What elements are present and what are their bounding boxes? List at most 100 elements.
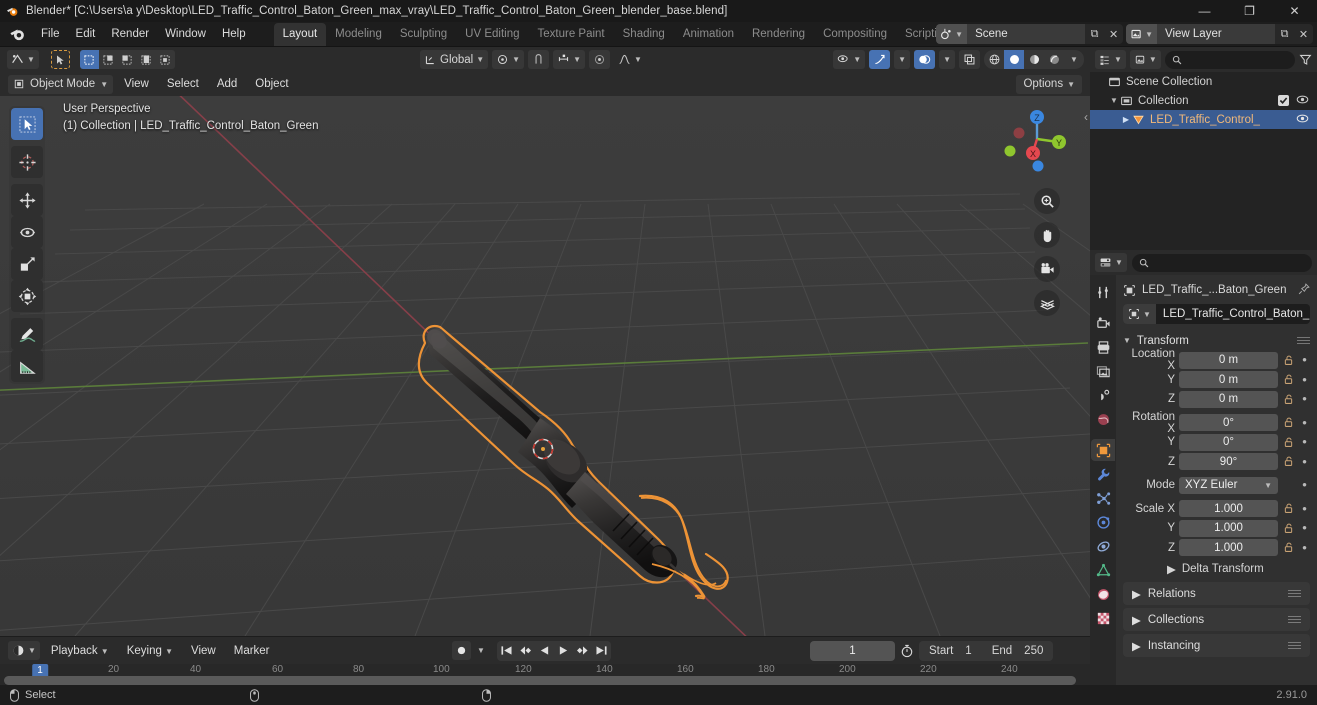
animate-property-dot[interactable]: • <box>1299 521 1310 534</box>
properties-search-input[interactable] <box>1131 253 1312 272</box>
viewport-menu-select[interactable]: Select <box>160 76 206 92</box>
object-visibility-eye-icon[interactable] <box>1296 113 1309 127</box>
tab-render-icon[interactable] <box>1091 312 1115 334</box>
tab-output-printer-icon[interactable] <box>1091 336 1115 358</box>
animate-property-dot[interactable]: • <box>1299 478 1310 491</box>
lock-icon[interactable] <box>1282 417 1295 428</box>
snap-settings-dropdown[interactable]: ▼ <box>553 50 586 69</box>
3d-viewport[interactable]: User Perspective (1) Collection | LED_Tr… <box>0 96 1090 636</box>
lock-icon[interactable] <box>1282 394 1295 405</box>
snap-toggle[interactable] <box>528 50 550 69</box>
scale-y-field[interactable]: 1.000 <box>1179 519 1278 537</box>
viewport-canvas[interactable] <box>0 96 1090 636</box>
tab-layout[interactable]: Layout <box>273 22 327 46</box>
tab-material-icon[interactable] <box>1091 583 1115 605</box>
outliner-row-collection[interactable]: ▼ Collection <box>1090 91 1317 110</box>
rotation-z-field[interactable]: 90° <box>1179 453 1278 471</box>
proportional-falloff-dropdown[interactable]: ▼ <box>614 50 646 69</box>
jump-to-end-button[interactable] <box>592 641 611 661</box>
rotation-y-field[interactable]: 0° <box>1179 433 1278 451</box>
animate-property-dot[interactable]: • <box>1299 455 1310 468</box>
play-reverse-button[interactable] <box>535 641 554 661</box>
shading-solid-button[interactable] <box>1004 50 1024 69</box>
shading-material-preview-button[interactable] <box>1024 50 1044 69</box>
tab-modeling[interactable]: Modeling <box>326 23 391 46</box>
object-id-field[interactable]: ▼ LED_Traffic_Control_Baton_... <box>1123 304 1310 324</box>
shading-wireframe-button[interactable] <box>984 50 1004 69</box>
gizmo-toggle[interactable] <box>869 50 891 69</box>
outliner-row-scene-collection[interactable]: Scene Collection <box>1090 72 1317 91</box>
scale-x-row[interactable]: Scale X 1.000 • <box>1123 500 1310 519</box>
tab-view-layer-icon[interactable] <box>1091 360 1115 382</box>
animate-property-dot[interactable]: • <box>1299 373 1310 386</box>
filter-icon[interactable] <box>1299 53 1312 66</box>
timeline-editor-type-button[interactable]: ▼ <box>8 641 40 660</box>
tab-sculpting[interactable]: Sculpting <box>391 23 456 46</box>
timeline-track[interactable]: 20 40 60 80 100 120 140 160 180 200 220 … <box>0 664 1090 685</box>
viewport-pan-hand-button[interactable] <box>1034 222 1060 248</box>
tab-world-icon[interactable] <box>1091 408 1115 430</box>
lock-icon[interactable] <box>1282 456 1295 467</box>
overlays-toggle[interactable] <box>914 50 936 69</box>
rotation-mode-dropdown[interactable]: XYZ Euler ▼ <box>1179 476 1278 494</box>
instancing-panel-header[interactable]: ▶ Instancing <box>1123 634 1310 657</box>
rotation-y-row[interactable]: Y 0° • <box>1123 433 1310 452</box>
viewlayer-unlink-button[interactable]: ✕ <box>1294 24 1313 44</box>
visibility-dropdown[interactable]: ▼ <box>833 50 866 69</box>
tab-uv-editing[interactable]: UV Editing <box>456 23 528 46</box>
lock-icon[interactable] <box>1282 523 1295 534</box>
select-subtract-button[interactable] <box>117 50 137 69</box>
animate-property-dot[interactable]: • <box>1299 392 1310 405</box>
scale-y-row[interactable]: Y 1.000 • <box>1123 519 1310 538</box>
close-button[interactable]: ✕ <box>1272 0 1317 22</box>
scale-x-field[interactable]: 1.000 <box>1179 500 1278 518</box>
timeline-menu-keying[interactable]: Keying ▼ <box>120 643 180 659</box>
tab-object-data-icon[interactable] <box>1091 559 1115 581</box>
viewlayer-browse-icon[interactable]: ▼ <box>1126 24 1157 44</box>
lock-icon[interactable] <box>1282 374 1295 385</box>
animate-property-dot[interactable]: • <box>1299 416 1310 429</box>
tool-move-button[interactable] <box>11 184 43 216</box>
rotation-x-row[interactable]: Rotation X 0° • <box>1123 411 1310 435</box>
pin-icon[interactable] <box>1298 282 1310 298</box>
scale-z-row[interactable]: Z 1.000 • <box>1123 539 1310 558</box>
lock-icon[interactable] <box>1282 542 1295 553</box>
timeline-menu-view[interactable]: View <box>184 643 223 659</box>
transform-orientation-dropdown[interactable]: Global ▼ <box>420 50 489 69</box>
current-frame-field[interactable]: 1 <box>810 640 895 661</box>
viewport-menu-object[interactable]: Object <box>248 76 295 92</box>
properties-editor-type-button[interactable]: ▼ <box>1095 253 1127 272</box>
tab-particles-icon[interactable] <box>1091 487 1115 509</box>
proportional-edit-toggle[interactable] <box>589 50 611 69</box>
menu-window[interactable]: Window <box>157 25 214 43</box>
rotation-x-field[interactable]: 0° <box>1179 414 1278 432</box>
select-extend-button[interactable] <box>98 50 118 69</box>
viewport-camera-button[interactable] <box>1034 256 1060 282</box>
maximize-button[interactable]: ❐ <box>1227 0 1272 22</box>
next-keyframe-button[interactable] <box>573 641 592 661</box>
object-mode-dropdown[interactable]: Object Mode ▼ <box>8 74 114 94</box>
outliner-display-mode-button[interactable]: ▼ <box>1129 50 1161 69</box>
tab-animation[interactable]: Animation <box>674 23 743 46</box>
delta-transform-panel-header[interactable]: ▶ Delta Transform <box>1123 558 1310 579</box>
animate-property-dot[interactable]: • <box>1299 353 1310 366</box>
frame-start-field[interactable]: Start 1 <box>919 640 982 661</box>
relations-panel-header[interactable]: ▶ Relations <box>1123 582 1310 605</box>
menu-render[interactable]: Render <box>103 25 157 43</box>
timeline-horizontal-scrollbar[interactable] <box>4 676 1076 685</box>
collection-visibility-eye-icon[interactable] <box>1296 94 1309 108</box>
tab-constraints-icon[interactable] <box>1091 535 1115 557</box>
select-invert-button[interactable] <box>136 50 156 69</box>
shading-settings-dropdown[interactable]: ▼ <box>1064 50 1084 69</box>
viewport-options-dropdown[interactable]: Options ▼ <box>1016 74 1082 94</box>
select-intersect-button[interactable] <box>155 50 175 69</box>
pivot-point-dropdown[interactable]: ▼ <box>492 50 525 69</box>
sidebar-collapse-arrow-icon[interactable]: ‹ <box>1084 110 1088 124</box>
auto-keyframe-record-button[interactable] <box>452 641 471 660</box>
animate-property-dot[interactable]: • <box>1299 541 1310 554</box>
tool-tweak-select-button[interactable] <box>11 108 43 140</box>
previous-keyframe-button[interactable] <box>516 641 535 661</box>
jump-to-start-button[interactable] <box>497 641 516 661</box>
collections-panel-header[interactable]: ▶ Collections <box>1123 608 1310 631</box>
blender-menu-icon[interactable] <box>9 26 26 43</box>
